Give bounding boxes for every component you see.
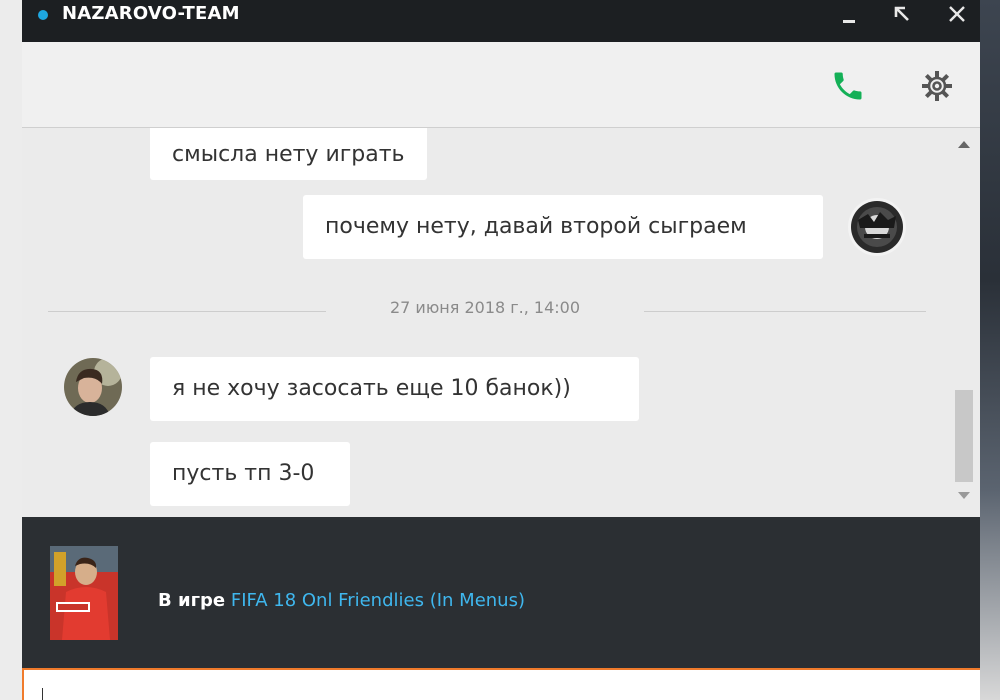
call-button[interactable] (830, 68, 866, 104)
message-text: пусть тп 3-0 (172, 461, 315, 486)
close-icon (949, 6, 965, 22)
game-status-label: В игре (158, 590, 226, 611)
game-name-link[interactable]: FIFA 18 Onl Friendlies (In Menus) (231, 590, 525, 611)
restore-button[interactable] (886, 0, 920, 30)
chat-window: NAZAROVO-TEAM смысла нету играть почему … (22, 0, 980, 700)
pop-out-icon (894, 6, 909, 21)
date-separator: 27 июня 2018 г., 14:00 (389, 298, 581, 317)
avatar-logo-icon (851, 201, 903, 253)
game-cover-image[interactable] (50, 546, 118, 640)
message-bubble: смысла нету играть (150, 128, 427, 180)
message-text: смысла нету играть (172, 142, 405, 167)
background-right (980, 0, 1000, 700)
friend-avatar[interactable] (64, 358, 122, 416)
chat-toolbar (22, 42, 980, 128)
settings-button[interactable] (919, 68, 955, 104)
window-title: NAZAROVO-TEAM (62, 3, 240, 24)
message-bubble: пусть тп 3-0 (150, 442, 350, 506)
message-text: я не хочу засосать еще 10 банок)) (172, 376, 571, 401)
minimize-button[interactable] (832, 0, 866, 30)
arrow-down-icon (958, 492, 970, 499)
my-avatar[interactable] (848, 198, 906, 256)
message-list[interactable]: смысла нету играть почему нету, давай вт… (22, 128, 980, 517)
chat-scrollbar[interactable] (948, 128, 980, 517)
scroll-up-button[interactable] (948, 134, 980, 156)
online-status-icon (38, 10, 48, 20)
game-status-text: В игре FIFA 18 Onl Friendlies (In Menus) (158, 590, 525, 611)
text-caret (42, 688, 43, 700)
date-divider-line (644, 311, 926, 312)
message-bubble: я не хочу засосать еще 10 банок)) (150, 357, 639, 421)
close-button[interactable] (940, 0, 974, 30)
date-divider-line (48, 311, 326, 312)
gear-icon (922, 71, 952, 101)
message-input[interactable] (22, 668, 980, 700)
message-text: почему нету, давай второй сыграем (325, 214, 747, 239)
background-left (0, 0, 22, 700)
phone-icon (834, 72, 862, 100)
arrow-up-icon (958, 141, 970, 148)
person-avatar-icon (64, 358, 122, 416)
minimize-icon (843, 20, 855, 23)
scroll-down-button[interactable] (948, 486, 980, 508)
game-cover-icon (50, 546, 118, 640)
title-bar[interactable]: NAZAROVO-TEAM (22, 0, 980, 42)
message-bubble: почему нету, давай второй сыграем (303, 195, 823, 259)
scrollbar-thumb[interactable] (955, 390, 973, 482)
game-status-bar: В игре FIFA 18 Onl Friendlies (In Menus) (22, 517, 980, 668)
